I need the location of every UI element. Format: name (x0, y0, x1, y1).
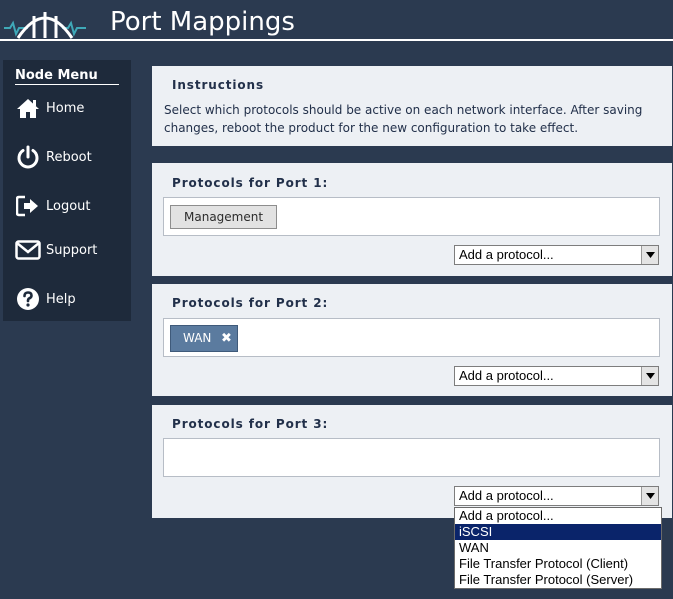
sidebar-title-underline (15, 84, 119, 85)
dropdown-option[interactable]: File Transfer Protocol (Client) (455, 556, 661, 572)
sidebar-item-home[interactable]: Home (15, 93, 127, 123)
port-3-protocol-box[interactable] (163, 438, 660, 477)
port-3-title: Protocols for Port 3: (172, 417, 329, 431)
port-1-protocol-box[interactable]: Management (163, 197, 660, 236)
port-3-protocol-dropdown-list[interactable]: Add a protocol... iSCSI WAN File Transfe… (454, 507, 662, 589)
sidebar-item-label: Support (46, 242, 98, 258)
port-3-add-protocol-select[interactable]: Add a protocol... (454, 486, 659, 506)
sidebar-item-label: Help (46, 291, 76, 307)
sidebar-item-reboot[interactable]: Reboot (15, 142, 127, 172)
envelope-icon (15, 237, 41, 263)
chevron-down-icon[interactable] (641, 367, 658, 385)
dropdown-option[interactable]: File Transfer Protocol (Server) (455, 572, 661, 588)
port-2-protocol-box[interactable]: WAN ✖ (163, 318, 660, 357)
select-value: Add a protocol... (459, 368, 554, 383)
port-3-panel: Protocols for Port 3: Add a protocol... (152, 405, 672, 518)
protocol-tag-management[interactable]: Management (170, 205, 278, 229)
power-icon (15, 144, 41, 170)
sidebar-item-support[interactable]: Support (15, 235, 127, 265)
node-menu-sidebar: Node Menu Home Reboot Logout Support Hel… (3, 60, 131, 321)
app-header: Port Mappings (0, 0, 673, 40)
sidebar-item-help[interactable]: Help (15, 284, 127, 314)
port-2-add-protocol-select[interactable]: Add a protocol... (454, 366, 659, 386)
port-1-title: Protocols for Port 1: (172, 176, 329, 190)
port-1-add-protocol-select[interactable]: Add a protocol... (454, 245, 659, 265)
port-1-panel: Protocols for Port 1: Management Add a p… (152, 163, 672, 276)
dropdown-option[interactable]: Add a protocol... (455, 508, 661, 524)
dropdown-option[interactable]: WAN (455, 540, 661, 556)
remove-tag-icon[interactable]: ✖ (221, 326, 232, 351)
protocol-tag-wan[interactable]: WAN ✖ (170, 325, 238, 352)
port-2-panel: Protocols for Port 2: WAN ✖ Add a protoc… (152, 284, 672, 396)
sidebar-item-logout[interactable]: Logout (15, 191, 127, 221)
bridge-logo-icon (4, 12, 86, 39)
select-value: Add a protocol... (459, 247, 554, 262)
instructions-panel: Instructions Select which protocols shou… (152, 66, 672, 146)
sidebar-item-label: Home (46, 100, 85, 116)
instructions-text: Select which protocols should be active … (164, 103, 643, 135)
sidebar-item-label: Logout (46, 198, 91, 214)
protocol-tag-label: WAN (183, 331, 212, 345)
dropdown-option-highlighted[interactable]: iSCSI (455, 524, 661, 540)
page-title: Port Mappings (110, 7, 295, 37)
select-value: Add a protocol... (459, 488, 554, 503)
port-2-title: Protocols for Port 2: (172, 296, 329, 310)
home-icon (15, 95, 41, 121)
sidebar-item-label: Reboot (46, 149, 92, 165)
logout-icon (15, 193, 41, 219)
sidebar-title: Node Menu (15, 68, 98, 83)
instructions-title: Instructions (172, 78, 265, 92)
help-icon (15, 286, 41, 312)
chevron-down-icon[interactable] (641, 246, 658, 264)
chevron-down-icon[interactable] (641, 487, 658, 505)
header-divider (0, 39, 673, 41)
